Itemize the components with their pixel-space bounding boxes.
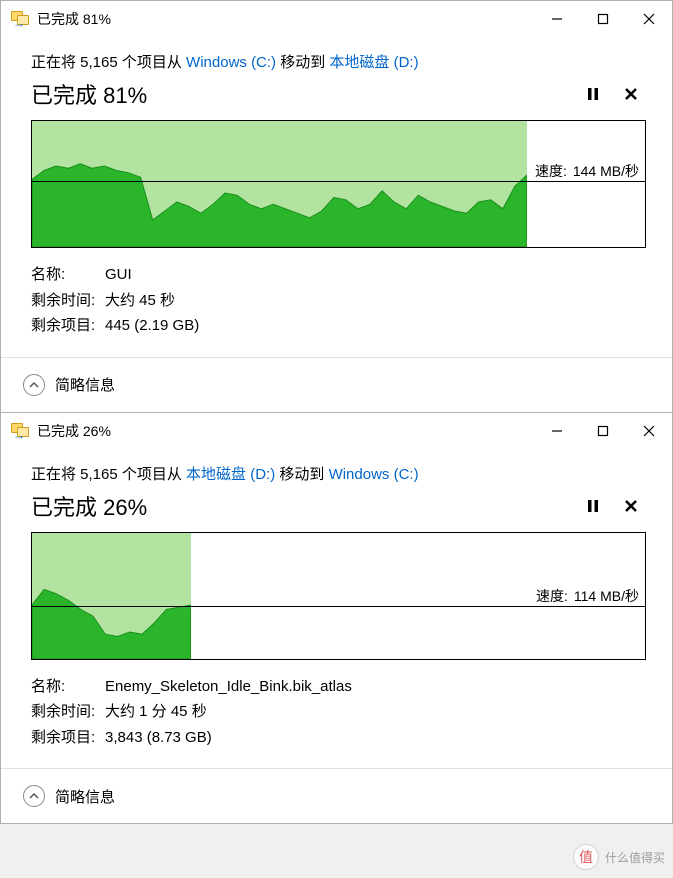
current-speed-line bbox=[32, 606, 645, 607]
items-value: 445 (2.19 GB) bbox=[105, 313, 199, 339]
details: 名称:Enemy_Skeleton_Idle_Bink.bik_atlas 剩余… bbox=[31, 674, 646, 751]
watermark-text: 什么值得买 bbox=[605, 849, 665, 866]
transfer-description: 正在将 5,165 个项目从 Windows (C:) 移动到 本地磁盘 (D:… bbox=[31, 51, 646, 72]
progress-controls bbox=[584, 85, 646, 103]
footer-text[interactable]: 简略信息 bbox=[55, 374, 115, 395]
footer-text[interactable]: 简略信息 bbox=[55, 786, 115, 807]
current-speed-line bbox=[32, 181, 645, 182]
progress-controls bbox=[584, 497, 646, 515]
minimize-button[interactable] bbox=[534, 413, 580, 449]
speed-graph: 速度: 144 MB/秒 bbox=[31, 120, 646, 248]
close-button[interactable] bbox=[626, 1, 672, 37]
dialog-content: 正在将 5,165 个项目从 Windows (C:) 移动到 本地磁盘 (D:… bbox=[1, 37, 672, 357]
progress-row: 已完成 81% bbox=[31, 78, 646, 110]
dest-link[interactable]: Windows (C:) bbox=[329, 466, 419, 483]
maximize-button[interactable] bbox=[580, 413, 626, 449]
source-link[interactable]: Windows (C:) bbox=[186, 54, 276, 71]
dialog-content: 正在将 5,165 个项目从 本地磁盘 (D:) 移动到 Windows (C:… bbox=[1, 449, 672, 769]
name-value: GUI bbox=[105, 262, 132, 288]
watermark: 值 什么值得买 bbox=[573, 844, 665, 870]
items-label: 剩余项目: bbox=[31, 725, 105, 751]
file-transfer-dialog: → 已完成 81% 正在将 5,165 个项目从 Windows (C:) 移动… bbox=[0, 0, 673, 413]
collapse-toggle[interactable] bbox=[23, 785, 45, 807]
desc-prefix: 正在将 5,165 个项目从 bbox=[31, 466, 186, 483]
window-title: 已完成 81% bbox=[37, 9, 534, 29]
collapse-toggle[interactable] bbox=[23, 374, 45, 396]
move-folder-icon: → bbox=[11, 11, 29, 27]
cancel-button[interactable] bbox=[622, 497, 640, 515]
speed-label-text: 速度: bbox=[536, 586, 568, 606]
pause-button[interactable] bbox=[584, 85, 602, 103]
desc-mid: 移动到 bbox=[276, 54, 329, 71]
name-label: 名称: bbox=[31, 262, 105, 288]
speed-value: 144 MB/秒 bbox=[573, 161, 639, 181]
name-value: Enemy_Skeleton_Idle_Bink.bik_atlas bbox=[105, 674, 352, 700]
details: 名称:GUI 剩余时间:大约 45 秒 剩余项目:445 (2.19 GB) bbox=[31, 262, 646, 339]
titlebar-buttons bbox=[534, 413, 672, 449]
speed-label: 速度: 144 MB/秒 bbox=[535, 161, 639, 181]
file-transfer-dialog: → 已完成 26% 正在将 5,165 个项目从 本地磁盘 (D:) 移动到 W… bbox=[0, 413, 673, 825]
minimize-button[interactable] bbox=[534, 1, 580, 37]
dest-link[interactable]: 本地磁盘 (D:) bbox=[329, 54, 418, 71]
desc-prefix: 正在将 5,165 个项目从 bbox=[31, 54, 186, 71]
footer: 简略信息 bbox=[1, 768, 672, 823]
items-value: 3,843 (8.73 GB) bbox=[105, 725, 212, 751]
titlebar-buttons bbox=[534, 1, 672, 37]
close-button[interactable] bbox=[626, 413, 672, 449]
footer: 简略信息 bbox=[1, 357, 672, 412]
cancel-button[interactable] bbox=[622, 85, 640, 103]
speed-label-text: 速度: bbox=[535, 161, 567, 181]
source-link[interactable]: 本地磁盘 (D:) bbox=[186, 466, 275, 483]
speed-label: 速度: 114 MB/秒 bbox=[536, 586, 639, 606]
progress-row: 已完成 26% bbox=[31, 490, 646, 522]
time-label: 剩余时间: bbox=[31, 288, 105, 314]
time-value: 大约 1 分 45 秒 bbox=[105, 699, 207, 725]
speed-area-chart bbox=[32, 533, 191, 659]
progress-text: 已完成 26% bbox=[31, 490, 147, 522]
watermark-icon: 值 bbox=[573, 844, 599, 870]
transfer-description: 正在将 5,165 个项目从 本地磁盘 (D:) 移动到 Windows (C:… bbox=[31, 463, 646, 484]
time-label: 剩余时间: bbox=[31, 699, 105, 725]
name-label: 名称: bbox=[31, 674, 105, 700]
titlebar: → 已完成 81% bbox=[1, 1, 672, 37]
titlebar: → 已完成 26% bbox=[1, 413, 672, 449]
maximize-button[interactable] bbox=[580, 1, 626, 37]
progress-text: 已完成 81% bbox=[31, 78, 147, 110]
pause-button[interactable] bbox=[584, 497, 602, 515]
speed-graph: 速度: 114 MB/秒 bbox=[31, 532, 646, 660]
time-value: 大约 45 秒 bbox=[105, 288, 175, 314]
desc-mid: 移动到 bbox=[275, 466, 328, 483]
speed-area-chart bbox=[32, 121, 527, 247]
items-label: 剩余项目: bbox=[31, 313, 105, 339]
speed-value: 114 MB/秒 bbox=[574, 586, 639, 606]
move-folder-icon: → bbox=[11, 423, 29, 439]
window-title: 已完成 26% bbox=[37, 421, 534, 441]
